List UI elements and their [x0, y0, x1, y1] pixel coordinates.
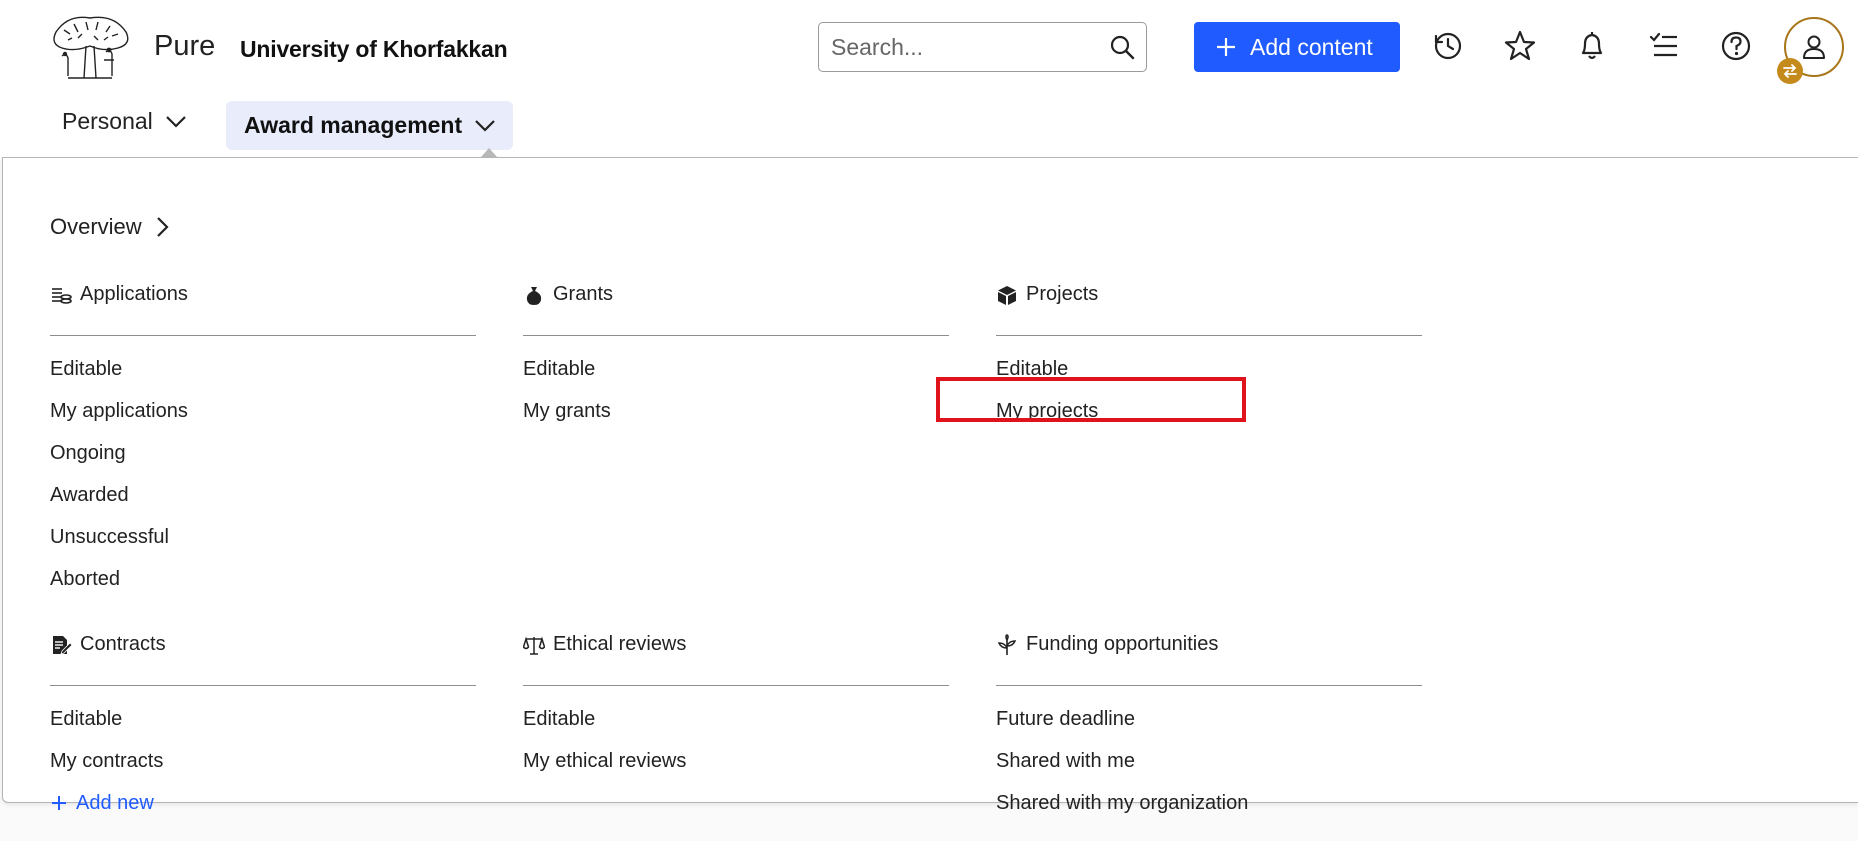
search-box [818, 22, 1147, 72]
chevron-right-icon [156, 217, 169, 237]
plus-icon [52, 796, 66, 810]
section-title: Funding opportunities [1026, 633, 1219, 655]
applications-awarded[interactable]: Awarded [50, 474, 476, 516]
overview-link[interactable]: Overview [50, 214, 170, 240]
grants-editable[interactable]: Editable [523, 348, 949, 390]
overview-label: Overview [50, 214, 142, 239]
help-icon[interactable] [1718, 28, 1754, 64]
history-icon[interactable] [1430, 28, 1466, 64]
chevron-down-icon [166, 115, 186, 128]
applications-aborted[interactable]: Aborted [50, 558, 476, 600]
section-title: Contracts [80, 633, 166, 655]
applications-ongoing[interactable]: Ongoing [50, 432, 476, 474]
top-bar: Pure University of Khorfakkan Add conten… [0, 0, 1858, 158]
switch-role-badge[interactable] [1777, 58, 1803, 84]
funding-shared-with-me[interactable]: Shared with me [996, 740, 1422, 782]
projects-my-projects[interactable]: My projects [996, 390, 1422, 432]
box-icon [998, 285, 1016, 305]
section-projects: Projects Editable My projects [996, 280, 1422, 432]
funding-shared-with-my-organization[interactable]: Shared with my organization [996, 782, 1422, 824]
section-header: Grants [523, 280, 949, 336]
section-grants: Grants Editable My grants [523, 280, 949, 432]
add-content-button[interactable]: Add content [1194, 22, 1400, 72]
section-title: Applications [80, 283, 188, 305]
nav-award-management[interactable]: Award management [226, 101, 513, 150]
section-funding-opportunities: Funding opportunities Future deadline Sh… [996, 630, 1422, 824]
section-header: Ethical reviews [523, 630, 949, 686]
nav-personal[interactable]: Personal [62, 108, 187, 135]
section-ethical-reviews: Ethical reviews Editable My ethical revi… [523, 630, 949, 782]
section-contracts: Contracts Editable My contracts Add new [50, 630, 476, 824]
contracts-editable[interactable]: Editable [50, 698, 476, 740]
grants-my-grants[interactable]: My grants [523, 390, 949, 432]
organization-name: University of Khorfakkan [240, 36, 508, 62]
search-icon[interactable] [1108, 33, 1136, 61]
section-header: Projects [996, 280, 1422, 336]
dropdown-caret [481, 148, 497, 157]
nav-award-label: Award management [244, 112, 463, 138]
applications-my-applications[interactable]: My applications [50, 390, 476, 432]
money-bag-icon [526, 286, 542, 305]
section-title: Projects [1026, 283, 1099, 305]
ethical-reviews-editable[interactable]: Editable [523, 698, 949, 740]
chevron-down-icon [475, 119, 495, 132]
contracts-add-new[interactable]: Add new [50, 782, 476, 824]
section-applications: Applications Editable My applications On… [50, 280, 476, 600]
section-title: Ethical reviews [553, 633, 687, 655]
star-icon[interactable] [1502, 28, 1538, 64]
section-header: Contracts [50, 630, 476, 686]
applications-unsuccessful[interactable]: Unsuccessful [50, 516, 476, 558]
funding-future-deadline[interactable]: Future deadline [996, 698, 1422, 740]
sprout-icon [997, 633, 1017, 655]
elsevier-logo-icon[interactable] [48, 12, 132, 84]
plus-icon [1217, 38, 1235, 56]
switch-icon [1783, 64, 1797, 78]
add-content-label: Add content [1250, 33, 1373, 60]
section-header: Funding opportunities [996, 630, 1422, 686]
applications-editable[interactable]: Editable [50, 348, 476, 390]
section-title: Grants [553, 283, 614, 305]
search-input[interactable] [831, 33, 1091, 61]
contracts-my-contracts[interactable]: My contracts [50, 740, 476, 782]
nav-personal-label: Personal [62, 108, 153, 134]
bell-icon[interactable] [1574, 28, 1610, 64]
ethical-reviews-my-ethical-reviews[interactable]: My ethical reviews [523, 740, 949, 782]
coins-icon [52, 287, 72, 304]
add-new-label: Add new [76, 792, 154, 814]
checklist-icon[interactable] [1646, 28, 1682, 64]
projects-editable[interactable]: Editable [996, 348, 1422, 390]
section-header: Applications [50, 280, 476, 336]
user-icon [1803, 35, 1825, 59]
scales-icon [523, 635, 545, 655]
brand-name: Pure [154, 30, 216, 62]
contract-icon [53, 635, 72, 655]
